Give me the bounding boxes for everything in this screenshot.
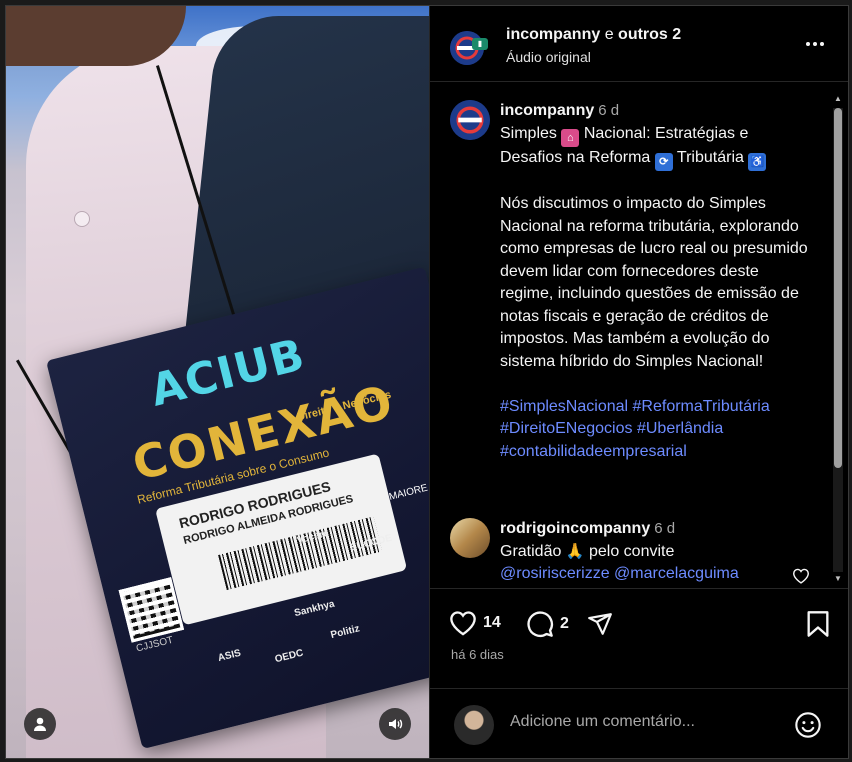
smiley-icon [795, 712, 821, 738]
comment-mentions[interactable]: @rosiriscerizze @marcelacguima [500, 565, 739, 582]
audio-link[interactable]: Áudio original [506, 49, 591, 65]
comments-list[interactable]: incompanny 6 d Simples ⌂ Nacional: Estrat… [430, 82, 835, 587]
heart-outline-icon [450, 611, 476, 636]
badge-maiore: MAIORE [387, 482, 429, 503]
shirt-button [74, 211, 90, 227]
collab-badge-icon: ▮ [472, 38, 488, 50]
paper-plane-icon [588, 613, 612, 635]
user-icon [34, 717, 46, 731]
more-horizontal-icon [806, 42, 824, 46]
hashtag-link[interactable]: #contabilidadeempresarial [500, 443, 687, 460]
bookmark-icon [807, 611, 829, 637]
comment-age[interactable]: 6 d [654, 520, 675, 537]
commenter-avatar[interactable] [450, 518, 490, 558]
header-others[interactable]: outros 2 [618, 26, 681, 43]
caption-text: Desafios na Reforma [500, 148, 651, 166]
comments-scrollbar[interactable]: ▲ ▼ [833, 94, 843, 586]
repeat-emoji-icon: ⟳ [654, 152, 673, 171]
caption-text: Tributária [676, 148, 744, 166]
more-options-button[interactable] [805, 36, 825, 47]
comment-text: Gratidão [500, 542, 562, 560]
sponsor-logo: OEDC [273, 647, 305, 666]
sponsor-logo: Sankhya [293, 598, 336, 620]
like-button[interactable]: 14 [449, 610, 501, 636]
store-emoji-icon: ⌂ [561, 128, 580, 147]
hashtag-link[interactable]: #DireitoENegocios [500, 420, 633, 437]
post-header: ▮ incompanny e outros 2 Áudio original [430, 6, 848, 82]
comment-text: pelo convite [588, 542, 675, 560]
caption-username[interactable]: incompanny [500, 102, 594, 119]
caption-age[interactable]: 6 d [598, 102, 619, 119]
caption-text: Simples [500, 124, 557, 142]
comment-username[interactable]: rodrigoincompanny [500, 520, 650, 537]
sponsor-logo: Politiz [329, 623, 361, 642]
scroll-up-icon[interactable]: ▲ [833, 94, 843, 103]
incompanny-logo-icon [450, 100, 490, 140]
header-title: incompanny e outros 2 [506, 26, 681, 44]
scroll-down-icon[interactable]: ▼ [833, 574, 843, 583]
scroll-thumb[interactable] [834, 108, 842, 468]
emoji-picker-button[interactable] [794, 711, 822, 744]
sponsor-logo: ASIS [216, 647, 243, 665]
speaker-icon [389, 719, 403, 729]
pray-emoji-icon: 🙏 [565, 542, 585, 560]
accessibility-emoji-icon: ♿ [748, 152, 767, 171]
post-panel: ▮ incompanny e outros 2 Áudio original i… [429, 6, 848, 758]
comment: rodrigoincompanny 6 d Gratidão 🙏 pelo con… [500, 518, 810, 586]
caption-text: Nacional: Estratégias e [583, 124, 749, 142]
add-comment-bar: Adicione um comentário... [430, 688, 848, 758]
action-bar: 14 2 há 6 dias [430, 588, 848, 689]
share-button[interactable] [586, 611, 614, 637]
heart-outline-icon [792, 568, 810, 584]
header-joiner: e [604, 26, 614, 43]
comment-like-button[interactable] [792, 568, 810, 587]
comment-input[interactable]: Adicione um comentário... [510, 713, 695, 731]
mute-button[interactable] [379, 708, 411, 740]
post-modal: ACIUB CONEXÃO Direito e Negócios Reforma… [5, 5, 849, 759]
hashtag-link[interactable]: #SimplesNacional [500, 398, 628, 415]
hashtag-link[interactable]: #ReformaTributária [633, 398, 770, 415]
post-media[interactable]: ACIUB CONEXÃO Direito e Negócios Reforma… [6, 6, 429, 758]
tagged-users-button[interactable] [24, 708, 56, 740]
save-button[interactable] [806, 610, 830, 638]
hashtag-link[interactable]: #Uberlândia [637, 420, 723, 437]
header-username[interactable]: incompanny [506, 26, 600, 43]
post-date[interactable]: há 6 dias [451, 647, 504, 662]
comment-count[interactable]: 2 [560, 615, 569, 633]
post-caption: incompanny 6 d Simples ⌂ Nacional: Estrat… [500, 100, 810, 463]
like-count[interactable]: 14 [483, 614, 501, 632]
comment-button[interactable]: 2 [526, 610, 569, 638]
comment-bubble-icon [527, 611, 553, 637]
caption-avatar[interactable] [450, 100, 490, 140]
caption-body: Nós discutimos o impacto do Simples Naci… [500, 195, 813, 370]
current-user-avatar[interactable] [454, 705, 494, 745]
